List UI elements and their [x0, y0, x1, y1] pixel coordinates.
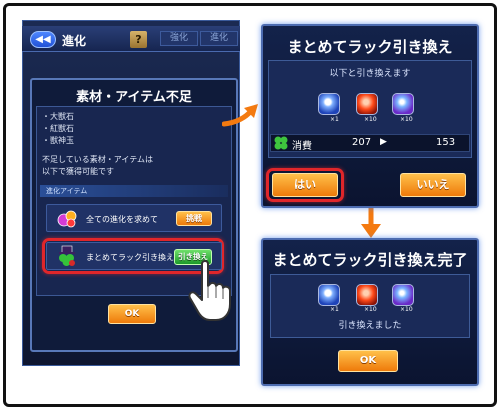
list-item: ・紅獣石	[42, 124, 74, 133]
blue-orb-icon	[318, 284, 340, 306]
challenge-button[interactable]: 挑戦	[176, 211, 212, 226]
clover-hat-icon	[59, 245, 75, 266]
item-qty: ×10	[364, 116, 377, 123]
purple-orb-icon	[392, 284, 414, 306]
orbs-icon	[57, 210, 77, 228]
no-button[interactable]: いいえ	[400, 173, 466, 197]
yes-button[interactable]: はい	[272, 173, 338, 197]
cost-label: 消費	[292, 141, 312, 152]
item-qty: ×10	[400, 116, 413, 123]
clover-icon	[274, 136, 288, 150]
purple-orb-icon	[392, 93, 414, 115]
list-item: ・大獣石	[42, 112, 74, 121]
ok-button[interactable]: OK	[108, 304, 156, 324]
exchange-row-label: まとめてラック引き換え	[86, 253, 174, 262]
cost-arrow-icon: ▶	[380, 137, 387, 147]
blue-orb-icon	[318, 93, 340, 115]
cost-after: 153	[436, 137, 456, 148]
pointing-hand-icon	[188, 260, 231, 321]
item-qty: ×10	[364, 306, 377, 313]
complete-message: 引き換えました	[338, 321, 402, 331]
complete-ok-button[interactable]: OK	[338, 350, 398, 372]
cost-before: 207	[352, 137, 372, 148]
tab-power-up[interactable]: 強化	[160, 31, 198, 46]
exchange-title: まとめてラック引き換え	[287, 38, 453, 56]
notice-text: 不足している素材・アイテムは 以下で獲得可能です	[42, 154, 153, 178]
notice-line: 以下で獲得可能です	[42, 167, 114, 176]
section-header: 進化アイテム	[40, 185, 228, 197]
quest-row-label: 全ての進化を求めて	[86, 215, 158, 224]
item-qty: ×1	[330, 306, 339, 313]
item-qty: ×10	[400, 306, 413, 313]
arrow-right-icon	[222, 104, 258, 127]
complete-title: まとめてラック引き換え完了	[272, 251, 468, 269]
dialog-title: 素材・アイテム不足	[76, 90, 192, 105]
tab-evolution[interactable]: 進化	[200, 31, 238, 46]
exchange-subtitle: 以下と引き換えます	[329, 69, 411, 79]
item-qty: ×1	[330, 116, 339, 123]
back-button[interactable]: ◀◀	[30, 31, 56, 48]
screen-title: 進化	[62, 34, 87, 48]
missing-items-list: ・大獣石 ・紅獣石 ・獣神玉	[42, 111, 74, 147]
list-item: ・獣神玉	[42, 136, 74, 145]
red-stone-icon	[356, 93, 378, 115]
help-button[interactable]: ?	[130, 31, 147, 48]
red-stone-icon	[356, 284, 378, 306]
notice-line: 不足している素材・アイテムは	[42, 155, 153, 164]
